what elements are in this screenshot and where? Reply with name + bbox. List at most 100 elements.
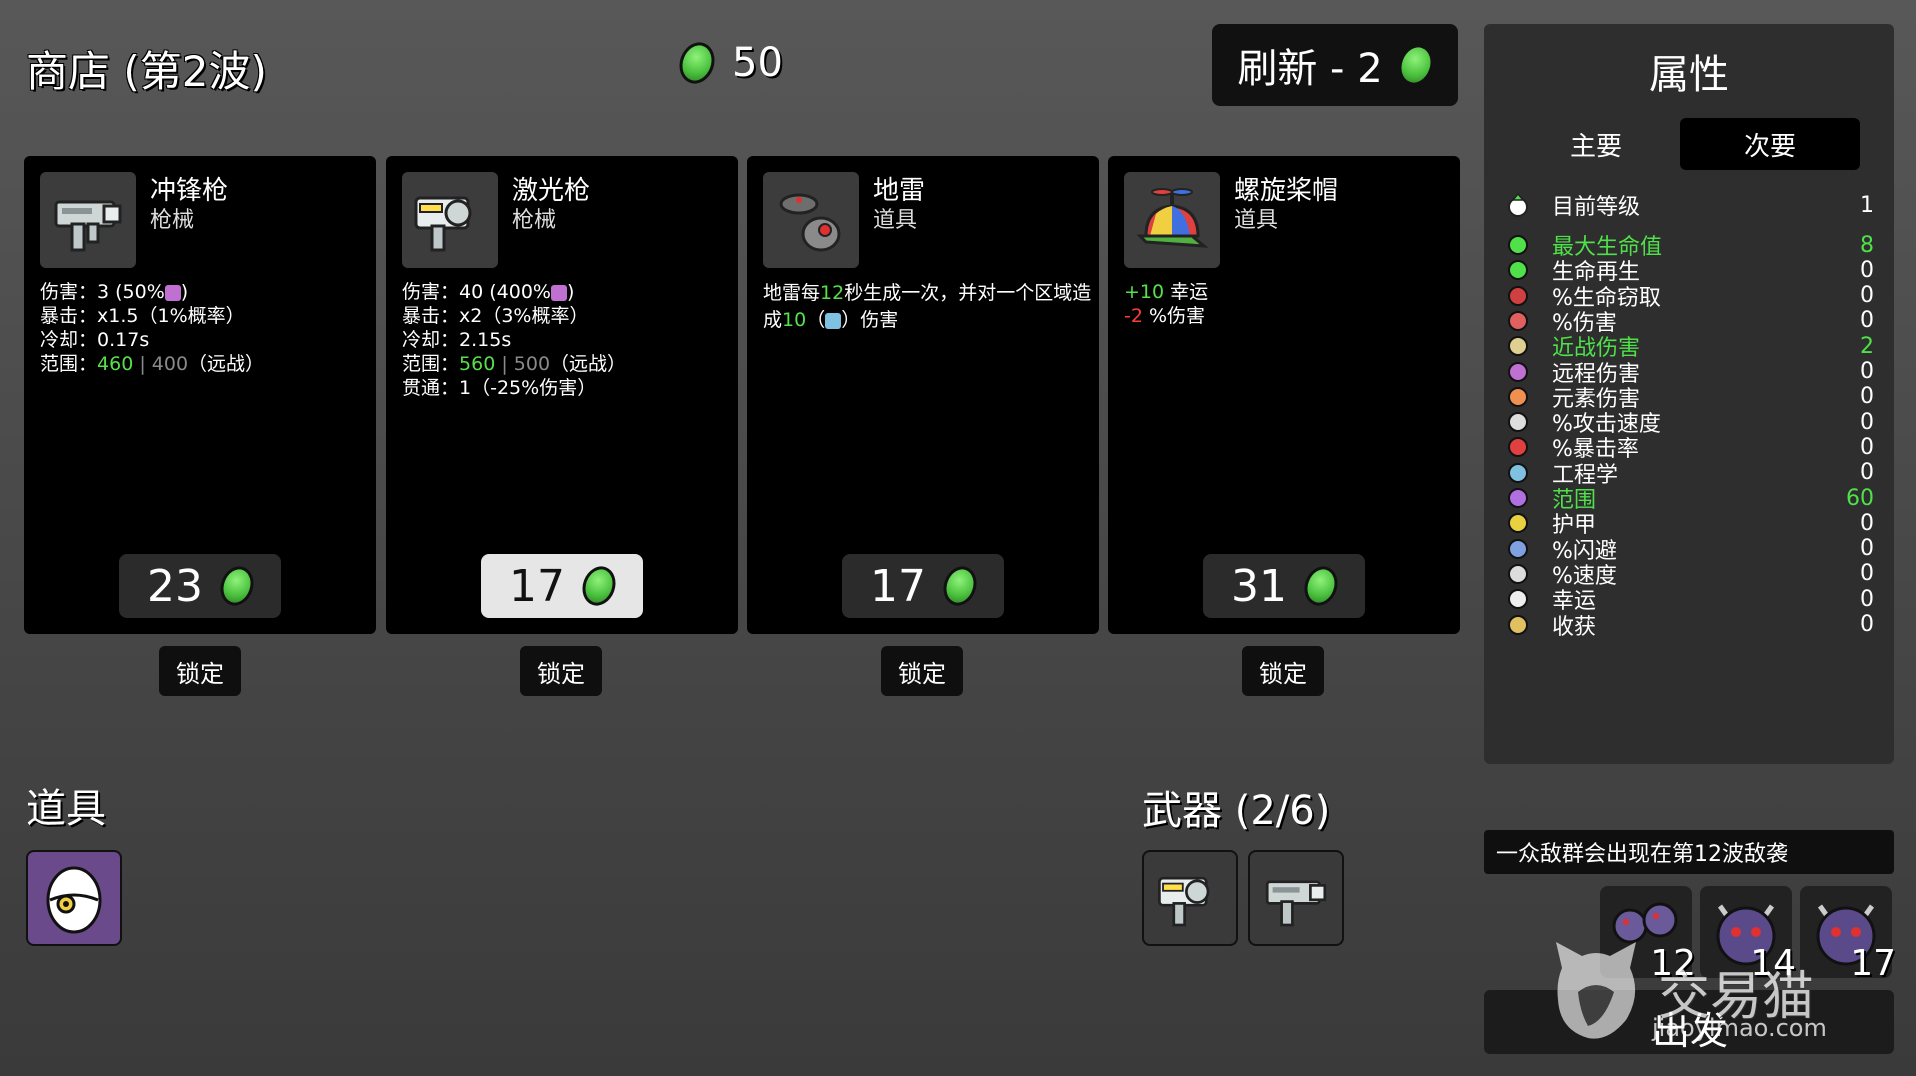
stat-text: ) (180, 281, 189, 303)
stat-row-level: 目前等级 1 (1504, 190, 1874, 220)
stat-label: 收获 (1552, 614, 1597, 640)
stat-text: （ (806, 309, 826, 331)
stat-text: （远战） (550, 353, 627, 375)
engineering-icon (825, 312, 842, 329)
harvest-icon (1504, 611, 1532, 639)
stat-value: 0 (1860, 536, 1874, 562)
card-category: 枪械 (150, 208, 195, 233)
stat-text: 3 (50% (97, 281, 165, 303)
card-category: 道具 (1234, 208, 1279, 233)
shop-card-3[interactable]: 螺旋桨帽 道具 +10 幸运 -2 %伤害 31 (1108, 156, 1460, 634)
stat-text: 560 (459, 353, 496, 375)
wave-notice: 一众敌群会出现在第12波敌袭 (1484, 830, 1894, 874)
enemy-wave-number: 17 (1850, 943, 1896, 984)
item-slot[interactable] (26, 850, 122, 946)
lock-button-0[interactable]: 锁定 (159, 646, 241, 696)
price-value: 23 (147, 560, 203, 612)
lock-button-3[interactable]: 锁定 (1242, 646, 1324, 696)
stats-panel: 属性 主要 次要 目前等级 1 最大生命值 8 生命再生 0 %生命窃取 0 %伤害 0 近战伤… (1484, 24, 1894, 764)
lock-button-2[interactable]: 锁定 (881, 646, 963, 696)
stat-text: %伤害 (1142, 305, 1206, 327)
material-coin-icon (215, 561, 259, 611)
stat-text: 2.15s (459, 329, 512, 351)
stat-line: 暴击：x2（3%概率） (402, 304, 626, 328)
material-coin-icon (673, 37, 721, 89)
stat-text: | (495, 353, 514, 375)
laser-gun-icon (1158, 876, 1210, 927)
stat-line: 冷却：0.17s (40, 328, 264, 352)
card-stats: +10 幸运 -2 %伤害 (1124, 280, 1208, 328)
stat-row[interactable]: 收获 0 (1504, 610, 1874, 640)
stat-text: | (133, 353, 152, 375)
stat-line: 暴击：x1.5（1%概率） (40, 304, 264, 328)
stat-line: 贯通：1（-25%伤害） (402, 376, 626, 400)
price-tag[interactable]: 17 (842, 554, 1004, 618)
price-tag[interactable]: 31 (1203, 554, 1365, 618)
stat-line-label: 伤害： (40, 281, 98, 303)
stat-value: 0 (1860, 561, 1874, 587)
refresh-button[interactable]: 刷新 - 2 (1212, 24, 1458, 106)
weapon-slot-0[interactable] (1142, 850, 1238, 946)
ranged-icon (164, 284, 181, 301)
stat-text: 幸运 (1164, 281, 1209, 303)
stat-text: ）伤害 (841, 309, 899, 331)
stat-value: 0 (1860, 409, 1874, 435)
stat-value: 0 (1860, 257, 1874, 283)
stat-value: 1 (1860, 192, 1874, 218)
smg-icon (40, 172, 136, 268)
gold-counter: 50 (673, 37, 783, 89)
stat-text: -2 (1124, 305, 1143, 327)
shop-card-1[interactable]: 激光枪 枪械 伤害：40 (400%) 暴击：x2（3%概率） 冷却：2.15s 范围… (386, 156, 738, 634)
stats-title: 属性 (1649, 52, 1729, 98)
stat-label: 目前等级 (1552, 195, 1641, 220)
price-tag[interactable]: 23 (119, 554, 281, 618)
stat-value: 2 (1860, 333, 1874, 359)
stat-line: 范围：460 | 400（远战） (40, 352, 264, 376)
tab-primary[interactable]: 主要 (1506, 118, 1686, 170)
stat-value: 0 (1860, 460, 1874, 486)
stat-line: +10 幸运 (1124, 280, 1208, 304)
stat-value: 0 (1860, 434, 1874, 460)
stat-value: 0 (1860, 283, 1874, 309)
weapons-section-title: 武器 (2/6) (1142, 788, 1331, 834)
lock-button-1[interactable]: 锁定 (520, 646, 602, 696)
stat-line-label: 贯通： (402, 377, 460, 399)
gold-amount: 50 (732, 40, 783, 86)
stat-line-label: 暴击： (40, 305, 98, 327)
price-value: 17 (870, 560, 926, 612)
stat-line-label: 暴击： (402, 305, 460, 327)
stat-text: 40 (400% (459, 281, 551, 303)
material-coin-icon (1392, 39, 1439, 91)
stat-line: 范围：560 | 500（远战） (402, 352, 626, 376)
ranged-icon (550, 284, 567, 301)
stat-text: 0.17s (97, 329, 150, 351)
stat-text: x2（3%概率） (459, 305, 589, 327)
price-tag[interactable]: 17 (481, 554, 643, 618)
stat-line: 冷却：2.15s (402, 328, 626, 352)
stat-value: 0 (1860, 586, 1874, 612)
stat-text: +10 (1124, 281, 1165, 303)
stat-value: 0 (1860, 384, 1874, 410)
weapon-slot-1[interactable] (1248, 850, 1344, 946)
stat-text: 10 (782, 309, 807, 331)
stat-line: -2 %伤害 (1124, 304, 1208, 328)
stat-text: 12 (820, 282, 845, 304)
shop-card-0[interactable]: 冲锋枪 枪械 伤害：3 (50%) 暴击：x1.5（1%概率） 冷却：0.17s 范围… (24, 156, 376, 634)
stat-value: 8 (1860, 232, 1874, 258)
shop-card-2[interactable]: 地雷 道具 地雷每12秒生成一次，并对一个区域造成10（ ）伤害 17 (747, 156, 1099, 634)
tab-secondary[interactable]: 次要 (1680, 118, 1860, 170)
stat-line-label: 范围： (40, 353, 98, 375)
items-section-title: 道具 (26, 786, 106, 832)
card-stats: 伤害：40 (400%) 暴击：x2（3%概率） 冷却：2.15s 范围：560 | … (402, 280, 626, 400)
card-category: 枪械 (512, 208, 557, 233)
stat-text: 460 (97, 353, 134, 375)
stat-line: 伤害：3 (50%) (40, 280, 264, 304)
material-coin-icon (938, 561, 982, 611)
stat-line-label: 冷却： (40, 329, 98, 351)
smg-icon (1265, 880, 1327, 927)
level-icon (1504, 191, 1532, 219)
shop-title: 商店 (第2波) (26, 47, 267, 96)
cat-logo-icon (1556, 942, 1636, 1039)
stat-line-label: 冷却： (402, 329, 460, 351)
material-coin-icon (1299, 561, 1343, 611)
